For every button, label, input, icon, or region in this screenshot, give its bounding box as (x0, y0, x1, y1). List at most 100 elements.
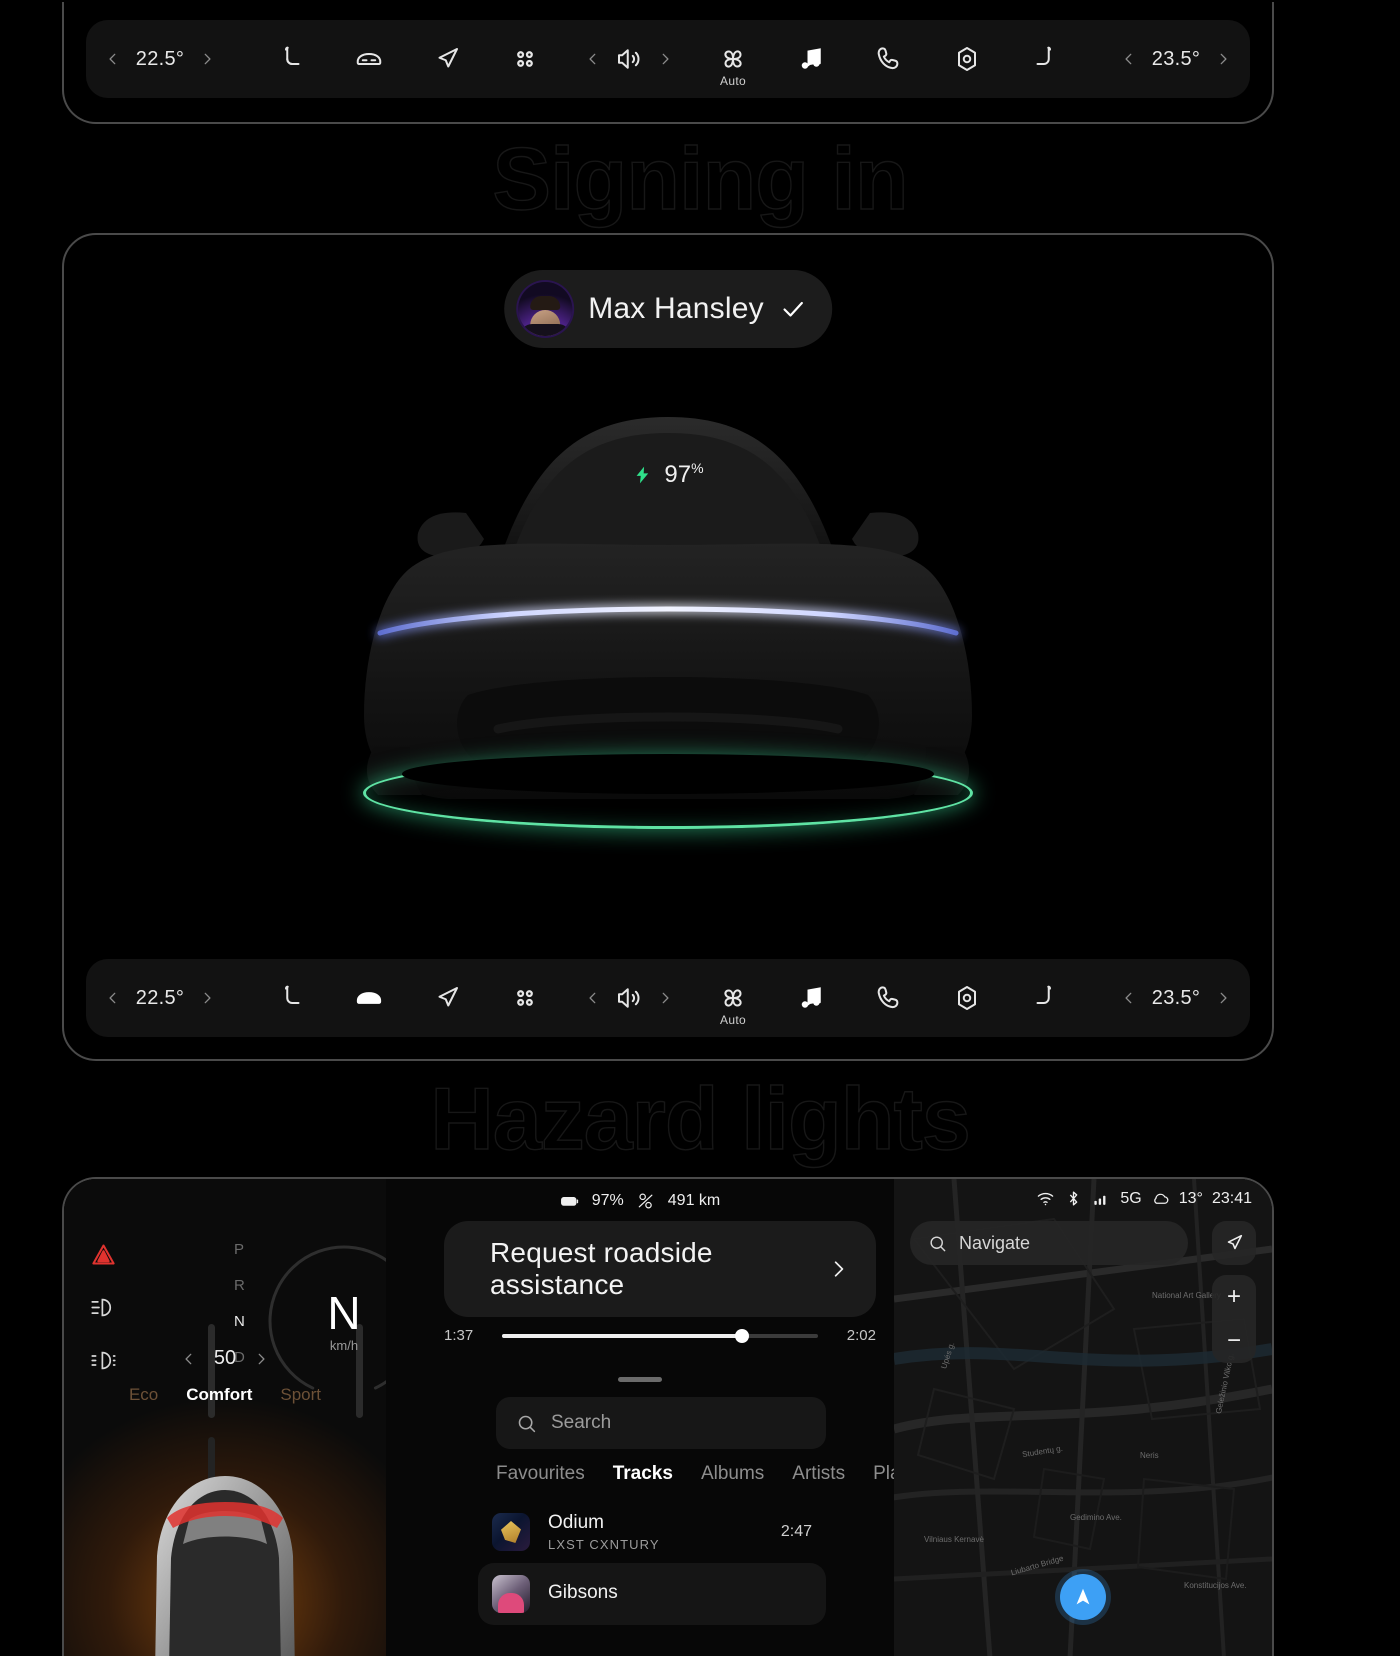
heading-arrow-icon (1076, 1588, 1090, 1605)
chevron-left-icon[interactable] (1122, 991, 1136, 1005)
track-title: Odium (548, 1512, 604, 1534)
control-bar-top: 22.5° Auto 23.5° (86, 20, 1250, 98)
playback-progress[interactable]: 1:37 2:02 (444, 1327, 876, 1344)
seat-heater-right-icon[interactable] (1028, 981, 1062, 1015)
chevron-right-icon[interactable] (658, 991, 672, 1005)
bluetooth-icon (1070, 1191, 1078, 1206)
chevron-left-icon[interactable] (586, 52, 600, 66)
fan-auto-label: Auto (720, 1013, 746, 1027)
drive-mode-comfort[interactable]: Comfort (186, 1385, 252, 1405)
caption-hazard-lights: Hazard lights (430, 1068, 972, 1168)
temp-stepper-left-main[interactable]: 22.5° (106, 987, 214, 1010)
status-bar-left: 97% 491 km (386, 1191, 894, 1211)
chevron-left-icon[interactable] (1122, 52, 1136, 66)
chevron-right-icon[interactable] (658, 52, 672, 66)
temp-stepper-left-top[interactable]: 22.5° (106, 48, 214, 71)
tab-artists[interactable]: Artists (792, 1463, 845, 1485)
track-row[interactable]: Gibsons (478, 1563, 826, 1625)
navigate-placeholder: Navigate (959, 1232, 1031, 1253)
search-icon (518, 1415, 536, 1432)
seat-heater-right-icon[interactable] (1028, 42, 1062, 76)
drive-mode-selector[interactable]: Eco Comfort Sport (64, 1385, 386, 1405)
current-gear-big: N (327, 1286, 361, 1339)
progress-slider[interactable] (502, 1328, 818, 1343)
track-row[interactable]: Odium LXST CXNTURY 2:47 (478, 1501, 826, 1563)
apps-grid-icon[interactable] (508, 981, 542, 1015)
navigation-icon[interactable] (430, 981, 464, 1015)
music-icon[interactable] (794, 42, 828, 76)
range-icon (638, 1193, 653, 1209)
defrost-front-icon[interactable] (352, 42, 386, 76)
map-label: Neris (1140, 1451, 1159, 1460)
settings-icon[interactable] (950, 981, 984, 1015)
charge-percent-unit: % (691, 460, 704, 476)
library-tabs[interactable]: Favourites Tracks Albums Artists Playlis… (496, 1463, 943, 1485)
phone-icon[interactable] (872, 981, 906, 1015)
roadside-assistance-card[interactable]: Request roadside assistance (444, 1221, 876, 1317)
chevron-right-icon[interactable] (200, 991, 214, 1005)
hazard-triangle-icon[interactable] (90, 1241, 117, 1268)
track-duration: 2:47 (780, 1523, 812, 1540)
drive-mode-sport[interactable]: Sport (280, 1385, 321, 1405)
gear-n[interactable]: N (234, 1313, 245, 1330)
chevron-left-icon[interactable] (182, 1352, 196, 1366)
seat-heater-left-icon[interactable] (274, 981, 308, 1015)
vehicle-location-puck (1060, 1574, 1106, 1620)
navigate-input[interactable]: Navigate (910, 1221, 1188, 1265)
map-label: National Art Gallery (1152, 1291, 1221, 1300)
chevron-right-icon[interactable] (1216, 52, 1230, 66)
volume-icon[interactable] (612, 981, 646, 1015)
chevron-right-icon[interactable] (200, 52, 214, 66)
seat-heater-left-icon[interactable] (274, 42, 308, 76)
duration-time: 2:02 (846, 1327, 876, 1344)
gear-p[interactable]: P (234, 1241, 245, 1258)
progress-knob[interactable] (735, 1328, 750, 1343)
sheet-grabber[interactable] (618, 1377, 662, 1382)
charge-indicator: 97% (632, 460, 704, 489)
locate-button[interactable] (1212, 1221, 1256, 1265)
chevron-left-icon[interactable] (586, 991, 600, 1005)
signal-bars-icon (1094, 1195, 1106, 1205)
caption-signing-in: Signing in (492, 128, 910, 228)
settings-icon[interactable] (950, 42, 984, 76)
tab-favourites[interactable]: Favourites (496, 1463, 585, 1485)
screen-cockpit: P R N D N km/h 90 50 (62, 1177, 1274, 1656)
volume-stepper-main[interactable] (586, 981, 672, 1015)
car-topdown-illustration (155, 1476, 295, 1656)
temp-left-value: 22.5° (135, 47, 185, 70)
tab-tracks[interactable]: Tracks (613, 1463, 673, 1485)
car-glow-ring (363, 754, 973, 829)
defrost-front-icon[interactable] (352, 981, 386, 1015)
navigation-icon[interactable] (430, 42, 464, 76)
temp-stepper-right-top[interactable]: 23.5° (1122, 48, 1230, 71)
chevron-left-icon[interactable] (106, 991, 120, 1005)
map-panel[interactable]: 5G 13° 23:41 Navigate + − National Art G… (894, 1179, 1272, 1656)
search-input[interactable]: Search (496, 1397, 826, 1449)
volume-icon[interactable] (612, 42, 646, 76)
temp-stepper-right-main[interactable]: 23.5° (1122, 987, 1230, 1010)
cruise-stepper[interactable]: 50 (64, 1347, 386, 1370)
drive-mode-eco[interactable]: Eco (129, 1385, 158, 1405)
gear-r[interactable]: R (234, 1277, 245, 1294)
fan-control-main[interactable]: Auto (716, 981, 750, 1027)
temp-right-value: 23.5° (1151, 47, 1201, 70)
fan-control-top[interactable]: Auto (716, 42, 750, 88)
apps-grid-icon[interactable] (508, 42, 542, 76)
screen-signin: Max Hansley 97% 22.5° Auto 23.5° (62, 233, 1274, 1061)
chevron-right-icon[interactable] (254, 1352, 268, 1366)
fan-icon[interactable] (716, 981, 750, 1015)
music-icon[interactable] (794, 981, 828, 1015)
zoom-out-button[interactable]: − (1212, 1319, 1256, 1363)
chevron-right-icon[interactable] (828, 1258, 848, 1280)
track-list: Odium LXST CXNTURY 2:47 Gibsons (478, 1501, 826, 1625)
chevron-left-icon[interactable] (106, 52, 120, 66)
profile-chip[interactable]: Max Hansley (504, 270, 832, 348)
zoom-in-button[interactable]: + (1212, 1275, 1256, 1319)
tab-albums[interactable]: Albums (701, 1463, 764, 1485)
chevron-right-icon[interactable] (1216, 991, 1230, 1005)
fan-icon[interactable] (716, 42, 750, 76)
volume-stepper-top[interactable] (586, 42, 672, 76)
battery-icon (560, 1197, 578, 1206)
phone-icon[interactable] (872, 42, 906, 76)
map-zoom-controls[interactable]: + − (1212, 1275, 1256, 1363)
